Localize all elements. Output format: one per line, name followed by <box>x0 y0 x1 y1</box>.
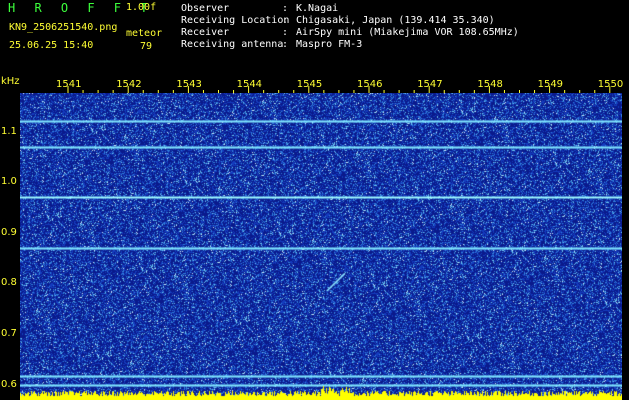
time-tick-label: 1542 <box>116 79 142 90</box>
datetime-label: 25.06.25 15:40 <box>9 40 94 51</box>
location-label: Receiving Location <box>181 15 290 26</box>
observer-value: K.Nagai <box>296 3 339 14</box>
filename-label: KN9_2506251540.png <box>9 22 118 33</box>
version-label: 1.00f <box>126 2 157 13</box>
separator: : <box>282 39 289 50</box>
location-value: Chigasaki, Japan (139.414 35.340) <box>296 15 495 26</box>
spectrogram <box>20 93 622 400</box>
header-panel: H R O F F T 1.00f KN9_2506251540.png met… <box>0 0 629 76</box>
frequency-tick-label: 0.8 <box>1 277 17 289</box>
receiver-label: Receiver <box>181 27 230 38</box>
time-tick-label: 1543 <box>176 79 202 90</box>
separator: : <box>282 3 289 14</box>
separator: : <box>282 27 289 38</box>
frequency-tick-label: 0.6 <box>1 378 17 390</box>
time-tick-label: 1550 <box>597 79 624 90</box>
frequency-tick-label: 1.0 <box>1 176 17 188</box>
meteor-count: 79 <box>140 41 153 52</box>
time-tick-label: 1544 <box>236 79 263 90</box>
spectrogram-canvas <box>20 93 622 400</box>
frequency-tick-label: 0.7 <box>1 328 17 340</box>
time-tick-label: 1549 <box>537 79 564 90</box>
y-axis-unit: kHz <box>1 76 20 87</box>
frequency-tick-label: 0.9 <box>1 226 17 238</box>
observer-label: Observer <box>181 3 230 14</box>
antenna-value: Maspro FM-3 <box>296 39 363 50</box>
receiver-value: AirSpy mini (Miakejima VOR 108.65MHz) <box>296 27 519 38</box>
frequency-tick-label: 1.1 <box>1 125 17 137</box>
antenna-label: Receiving antenna <box>181 39 284 50</box>
time-tick-label: 1546 <box>357 79 383 90</box>
time-tick-label: 1547 <box>417 79 443 90</box>
time-tick-label: 1541 <box>56 79 82 90</box>
time-tick-label: 1545 <box>296 79 323 90</box>
separator: : <box>282 15 289 26</box>
time-tick-label: 1548 <box>477 79 503 90</box>
mode-label: meteor <box>126 28 163 39</box>
